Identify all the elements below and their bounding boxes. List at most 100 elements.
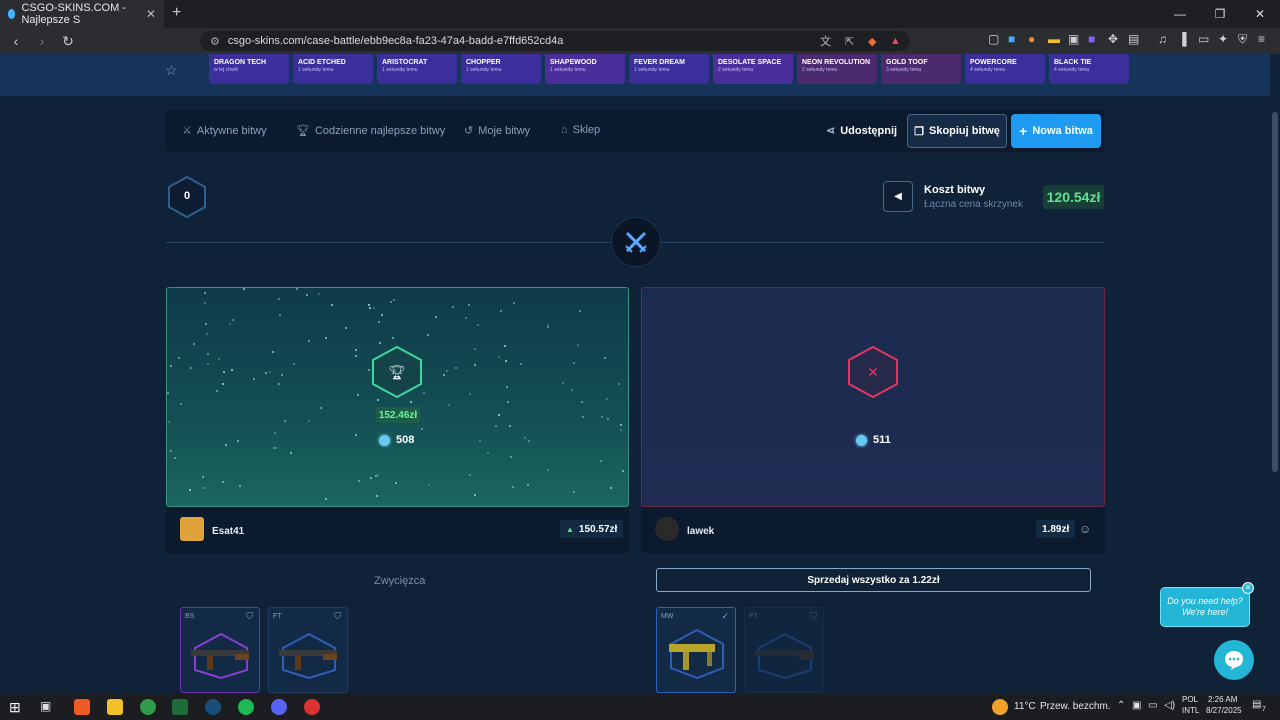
maximize-button[interactable]: ❐: [1200, 0, 1240, 28]
favorite-star-icon[interactable]: ☆: [165, 62, 178, 79]
case-tile[interactable]: GOLD TOOF 3 sekundy temu: [881, 54, 961, 84]
extension-icon[interactable]: ▢: [988, 32, 999, 46]
sidebar-icon[interactable]: ▐: [1178, 32, 1187, 46]
site-settings-icon[interactable]: ⚙: [210, 35, 220, 48]
clock-date[interactable]: 8/27/2025: [1206, 706, 1242, 715]
smg-icon: [669, 628, 724, 680]
item-card[interactable]: FT ⛉: [744, 607, 824, 693]
case-tile[interactable]: SHAPEWOOD 1 sekundę temu: [545, 54, 625, 84]
brave-icon[interactable]: [74, 699, 90, 715]
lang-primary[interactable]: POL: [1182, 695, 1198, 704]
tray-icon[interactable]: ▣: [1132, 700, 1141, 711]
star-particle: [231, 369, 233, 371]
new-battle-button[interactable]: + Nowa bitwa: [1011, 114, 1101, 148]
chrome-icon[interactable]: [140, 699, 156, 715]
nav-my-battles[interactable]: ↺ Moje bitwy: [464, 124, 530, 137]
windows-start-icon[interactable]: ⊞: [9, 699, 25, 715]
chat-help-bubble[interactable]: Do you need help? We're here!: [1160, 587, 1250, 627]
case-tile[interactable]: BLACK TIE 4 sekundy temu: [1049, 54, 1129, 84]
case-tile[interactable]: POWERCORE 4 sekundy temu: [965, 54, 1045, 84]
extension-icon[interactable]: ■: [1088, 32, 1095, 46]
emoji-icon[interactable]: ☺: [1079, 522, 1091, 536]
puzzle-icon[interactable]: ✥: [1108, 32, 1118, 46]
extension-icon[interactable]: ▬: [1048, 32, 1060, 46]
back-button[interactable]: ◀: [883, 181, 913, 212]
player2-name[interactable]: lawek: [687, 526, 714, 537]
share-button[interactable]: ⋖ Udostępnij: [826, 124, 897, 137]
case-tile[interactable]: FEVER DREAM 1 sekundę temu: [629, 54, 709, 84]
case-tile[interactable]: DESOLATE SPACE 2 sekundy temu: [713, 54, 793, 84]
brave-rewards-icon[interactable]: ▲: [890, 35, 901, 47]
star-particle: [368, 304, 370, 306]
shield-icon[interactable]: ⛉: [334, 611, 341, 622]
check-icon[interactable]: ✓: [721, 611, 729, 622]
item-card[interactable]: FT ⛉: [268, 607, 348, 693]
brave-shield-icon[interactable]: ◆: [868, 35, 876, 48]
avatar[interactable]: [180, 517, 204, 541]
close-window-button[interactable]: ✕: [1240, 0, 1280, 28]
address-bar[interactable]: ⚙ csgo-skins.com/case-battle/ebb9ec8a-fa…: [200, 31, 910, 51]
excel-icon[interactable]: [172, 699, 188, 715]
extension-icon[interactable]: ■: [1008, 32, 1015, 46]
shield-icon[interactable]: ⛉: [810, 611, 817, 622]
extension-icon[interactable]: ▤: [1128, 32, 1139, 46]
file-explorer-icon[interactable]: [107, 699, 123, 715]
site-favicon-icon: [8, 9, 16, 19]
reload-icon[interactable]: ↻: [58, 33, 78, 50]
chat-launcher-button[interactable]: [1214, 640, 1254, 680]
forward-icon[interactable]: ›: [32, 33, 52, 49]
nav-daily-battles[interactable]: 🏆︎ Codzienne najlepsze bitwy: [296, 124, 445, 137]
item-card[interactable]: MW ✓: [656, 607, 736, 693]
case-tile[interactable]: NEON REVOLUTION 2 sekundy temu: [797, 54, 877, 84]
translate-icon[interactable]: 文: [820, 33, 831, 49]
player1-name[interactable]: Esat41: [212, 526, 244, 537]
sell-all-button[interactable]: Sprzedaj wszystko za 1.22zł: [656, 568, 1091, 592]
new-tab-button[interactable]: +: [172, 4, 181, 22]
tab-close-icon[interactable]: ✕: [146, 7, 156, 21]
lang-secondary[interactable]: INTL: [1182, 706, 1199, 715]
item-card[interactable]: BS ⛉: [180, 607, 260, 693]
avatar[interactable]: [655, 517, 679, 541]
vpn-icon[interactable]: ⛨: [1238, 32, 1247, 47]
star-particle: [306, 294, 308, 296]
weather-icon[interactable]: [992, 699, 1008, 715]
case-tile[interactable]: ARISTOCRAT 1 sekundę temu: [377, 54, 457, 84]
browser-tab[interactable]: CSGO-SKINS.COM - Najlepsze S ✕: [0, 0, 164, 28]
shield-icon[interactable]: ⛉: [246, 611, 253, 622]
chevron-up-icon[interactable]: ⌃: [1117, 700, 1125, 711]
star-particle: [527, 484, 529, 486]
leo-ai-icon[interactable]: ✦: [1218, 32, 1228, 46]
case-tile[interactable]: DRAGON TECH w tej chwili: [209, 54, 289, 84]
case-time: 2 sekundy temu: [802, 67, 838, 73]
music-icon[interactable]: ♫: [1158, 32, 1167, 46]
app-icon[interactable]: [304, 699, 320, 715]
case-tile[interactable]: CHOPPER 1 sekundę temu: [461, 54, 541, 84]
player2-coins: 511: [856, 434, 891, 446]
star-particle: [377, 399, 379, 401]
network-icon[interactable]: ▭: [1148, 700, 1157, 711]
copy-battle-button[interactable]: ❐ Skopiuj bitwę: [907, 114, 1007, 148]
nav-active-battles[interactable]: ⚔ Aktywne bitwy: [182, 124, 267, 137]
volume-icon[interactable]: ◁): [1164, 700, 1175, 711]
extension-icon[interactable]: ▣: [1068, 32, 1079, 46]
case-tile[interactable]: ACID ETCHED 1 sekundę temu: [293, 54, 373, 84]
svg-text:🏆︎: 🏆︎: [388, 364, 406, 381]
chat-close-icon[interactable]: ✕: [1242, 582, 1254, 594]
notification-icon[interactable]: ▤: [1252, 699, 1261, 710]
case-time: 1 sekundę temu: [382, 67, 418, 73]
case-name: BLACK TIE: [1054, 59, 1092, 66]
spotify-icon[interactable]: [238, 699, 254, 715]
nav-shop[interactable]: ⌂ Sklep: [561, 124, 600, 136]
page-scrollbar[interactable]: [1270, 54, 1280, 693]
extension-icon[interactable]: ●: [1028, 32, 1035, 46]
task-view-icon[interactable]: ▣: [40, 699, 56, 715]
wallet-icon[interactable]: ▭: [1198, 32, 1209, 46]
discord-icon[interactable]: [271, 699, 287, 715]
minimize-button[interactable]: —: [1160, 0, 1200, 28]
scroll-thumb[interactable]: [1272, 112, 1278, 472]
share-page-icon[interactable]: ⇱: [845, 35, 854, 48]
back-icon[interactable]: ‹: [6, 33, 26, 49]
steam-icon[interactable]: [205, 699, 221, 715]
menu-icon[interactable]: ≡: [1258, 32, 1265, 46]
clock-time[interactable]: 2:26 AM: [1208, 695, 1237, 704]
